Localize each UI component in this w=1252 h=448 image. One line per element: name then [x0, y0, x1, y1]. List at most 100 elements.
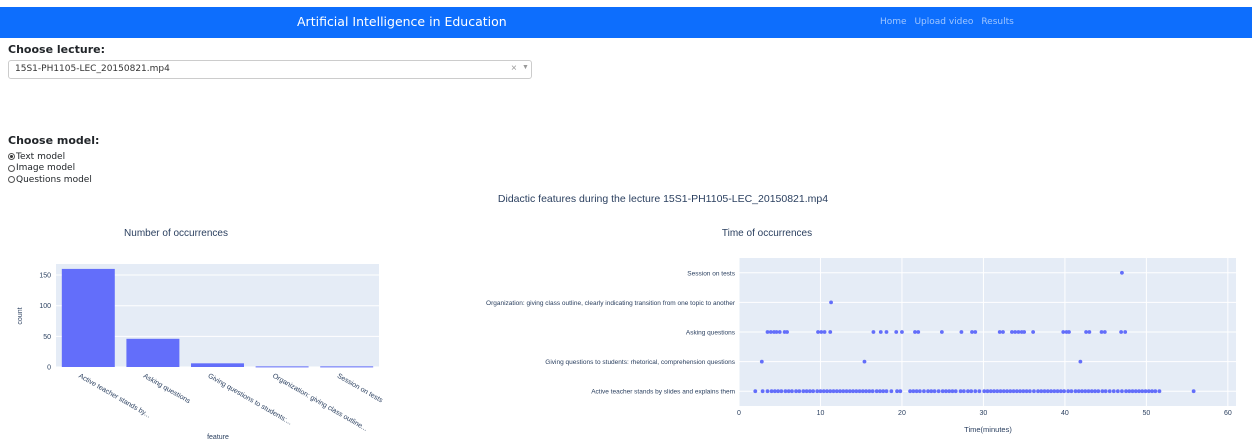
scatter-point: [847, 389, 852, 394]
chevron-down-icon[interactable]: ▼: [522, 64, 529, 71]
scatter-point: [878, 330, 883, 334]
scatter-point: [794, 389, 798, 394]
navbar: Artificial Intelligence in Education Hom…: [0, 7, 1252, 38]
scatter-point: [1052, 389, 1057, 394]
scatter-point: [988, 389, 993, 394]
bar: [320, 366, 374, 368]
bar: [126, 338, 180, 367]
scatter-point: [1001, 389, 1006, 394]
scatter-point: [1045, 389, 1050, 394]
scatter-point: [844, 389, 849, 394]
scatter-y-tick-label: Active teacher stands by slides and expl…: [591, 389, 735, 396]
scatter-point: [1087, 330, 1092, 334]
didactic-features-figure: Didactic features during the lecture 15S…: [17, 193, 1236, 441]
scatter-point: [1076, 389, 1081, 394]
scatter-point: [874, 389, 879, 394]
scatter-point: [825, 389, 829, 394]
scatter-point: [1058, 389, 1063, 394]
scatter-point: [982, 389, 987, 394]
radio-option-questions-model[interactable]: Questions model: [8, 174, 92, 186]
scatter-point: [790, 389, 794, 394]
scatter-point: [894, 330, 899, 334]
bar-chart-title: Number of occurrences: [124, 228, 228, 239]
scatter-point: [1080, 389, 1084, 394]
lecture-dropdown[interactable]: 15S1-PH1105-LEC_20150821.mp4 × ▼: [8, 60, 532, 79]
scatter-point: [936, 389, 941, 394]
scatter-point: [1022, 330, 1027, 334]
scatter-point: [1021, 389, 1026, 394]
scatter-point: [939, 330, 944, 334]
scatter-x-tick-label: 10: [817, 410, 825, 417]
scatter-point: [1107, 389, 1112, 394]
scatter-point: [821, 389, 826, 394]
scatter-point: [913, 330, 917, 334]
scatter-point: [895, 389, 899, 394]
scatter-point: [1061, 330, 1066, 334]
radio-button[interactable]: [8, 153, 15, 161]
scatter-point: [871, 330, 876, 334]
radio-option-text-model[interactable]: Text model: [8, 151, 92, 163]
nav-link-upload-video[interactable]: Upload video: [914, 17, 973, 27]
scatter-point: [1120, 389, 1124, 394]
scatter-point: [1150, 389, 1154, 394]
scatter-point: [760, 389, 765, 394]
scatter-point: [776, 389, 781, 394]
scatter-point: [950, 389, 955, 394]
scatter-point: [828, 330, 833, 334]
scatter-point: [822, 330, 827, 334]
radio-option-image-model[interactable]: Image model: [8, 163, 92, 175]
scatter-point: [1130, 389, 1135, 394]
scatter-point: [829, 300, 833, 305]
scatter-point: [1100, 389, 1105, 394]
scatter-point: [834, 389, 839, 394]
scatter-point: [1073, 389, 1078, 394]
scatter-point: [992, 389, 996, 394]
scatter-point: [1036, 389, 1040, 394]
bar-y-tick-label: 0: [47, 365, 51, 372]
figure-title: Didactic features during the lecture 15S…: [498, 193, 828, 205]
scatter-point: [1005, 389, 1009, 394]
bar: [191, 363, 244, 367]
clear-icon[interactable]: ×: [511, 63, 517, 74]
scatter-point: [1124, 389, 1128, 394]
bar-x-tick-label: Active teacher stands by...: [77, 373, 151, 420]
scatter-point: [1083, 389, 1088, 394]
scatter-point: [1069, 389, 1074, 394]
nav-link-results[interactable]: Results: [981, 17, 1014, 27]
scatter-point: [1042, 389, 1047, 394]
scatter-point: [1137, 389, 1141, 394]
scatter-point: [922, 389, 926, 394]
scatter-y-tick-label: Asking questions: [686, 330, 736, 337]
scatter-point: [1062, 389, 1066, 394]
scatter-point: [838, 389, 842, 394]
scatter-point: [998, 389, 1003, 394]
scatter-point: [1123, 330, 1128, 334]
scatter-point: [1089, 389, 1094, 394]
scatter-point: [769, 389, 774, 394]
scatter-point: [1191, 389, 1196, 394]
scatter-point: [947, 389, 952, 394]
scatter-point: [785, 330, 789, 334]
bar-x-axis-label: feature: [207, 434, 229, 441]
bar-y-axis-label: count: [17, 307, 24, 324]
bar-x-tick-label: Asking questions: [142, 373, 192, 406]
scatter-chart: Time of occurrences Active teacher stand…: [486, 228, 1236, 434]
bar-y-tick-label: 100: [39, 303, 51, 310]
scatter-point: [786, 389, 791, 394]
scatter-point: [970, 330, 974, 334]
nav-link-home[interactable]: Home: [880, 17, 907, 27]
scatter-x-tick-label: 60: [1224, 410, 1232, 417]
radio-button[interactable]: [8, 164, 15, 172]
choose-lecture-label: Choose lecture:: [8, 43, 105, 56]
scatter-point: [917, 389, 922, 394]
scatter-point: [828, 389, 833, 394]
scatter-point: [774, 330, 779, 334]
scatter-point: [1143, 389, 1148, 394]
scatter-point: [1146, 389, 1151, 394]
app-title[interactable]: Artificial Intelligence in Education: [297, 14, 507, 29]
scatter-point: [1084, 330, 1088, 334]
scatter-point: [864, 389, 869, 394]
scatter-point: [777, 330, 782, 334]
radio-button[interactable]: [8, 176, 15, 184]
bar-x-tick-label: Session on tests: [336, 373, 384, 405]
